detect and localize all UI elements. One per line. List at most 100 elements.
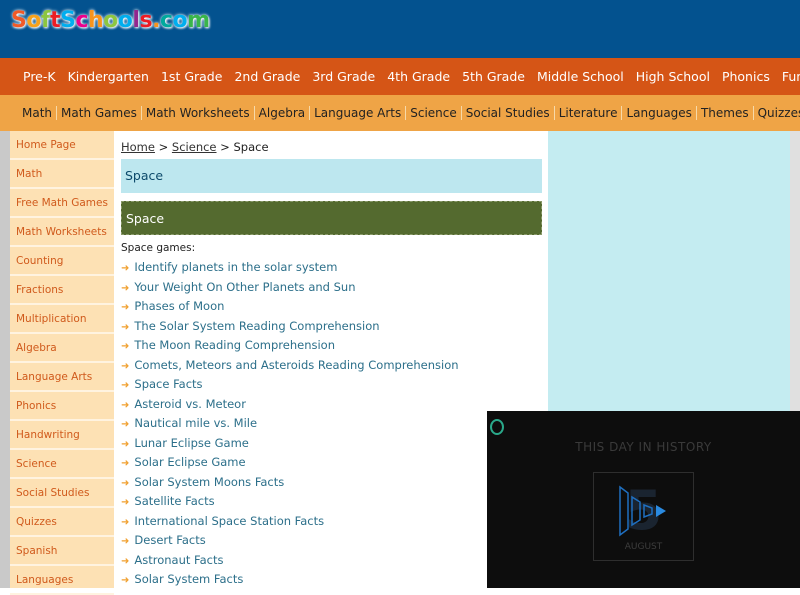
grade-nav-link[interactable]: 4th Grade — [387, 69, 450, 84]
sidebar-item[interactable]: Science — [10, 450, 114, 479]
breadcrumb-current: Space — [233, 140, 269, 154]
video-date-box: 5 AUGUST — [593, 472, 694, 561]
sidebar-item[interactable]: Social Studies — [10, 479, 114, 508]
play-icon[interactable] — [616, 483, 676, 539]
logo-letter: c — [75, 8, 88, 33]
page-title: Space — [121, 159, 542, 193]
subject-nav-link[interactable]: Themes — [695, 106, 753, 120]
arrow-icon: ➜ — [121, 575, 130, 586]
game-link[interactable]: Solar Eclipse Game — [134, 455, 245, 469]
game-link[interactable]: International Space Station Facts — [134, 514, 324, 528]
game-link[interactable]: Space Facts — [134, 377, 202, 391]
breadcrumb-sep: > — [154, 140, 172, 154]
game-link[interactable]: Satellite Facts — [134, 494, 214, 508]
game-link[interactable]: Your Weight On Other Planets and Sun — [134, 280, 355, 294]
logo-letter: . — [152, 8, 160, 33]
subject-nav-link[interactable]: Literature — [553, 106, 622, 120]
logo-letter: o — [26, 8, 41, 33]
section-heading: Space — [121, 201, 542, 235]
list-item: ➜ Lunar Eclipse Game — [121, 434, 459, 454]
sidebar-item[interactable]: Phonics — [10, 392, 114, 421]
sidebar-item[interactable]: Spanish — [10, 537, 114, 566]
sidebar-item[interactable]: Languages — [10, 566, 114, 595]
games-list: ➜ Identify planets in the solar system ➜ Yo… — [121, 258, 459, 590]
grade-nav-link[interactable]: 5th Grade — [462, 69, 525, 84]
subject-nav-link[interactable]: Algebra — [253, 106, 309, 120]
grade-nav-link[interactable]: 3rd Grade — [312, 69, 375, 84]
site-header: SoftSchools.com — [0, 0, 800, 58]
list-item: ➜ The Moon Reading Comprehension — [121, 336, 459, 356]
player-logo-icon — [490, 419, 504, 435]
sidebar-item[interactable]: Handwriting — [10, 421, 114, 450]
subject-nav-link[interactable]: Social Studies — [460, 106, 554, 120]
game-link[interactable]: The Solar System Reading Comprehension — [134, 319, 379, 333]
sidebar-item[interactable]: Free Math Games — [10, 189, 114, 218]
subject-nav-link[interactable]: Math Games — [56, 106, 141, 120]
sidebar-item[interactable]: Quizzes — [10, 508, 114, 537]
arrow-icon: ➜ — [121, 516, 130, 528]
logo-letter: o — [172, 8, 188, 33]
list-item: ➜ Solar System Moons Facts — [121, 473, 459, 493]
arrow-icon: ➜ — [121, 321, 130, 333]
subject-nav-link[interactable]: Quizzes — [752, 106, 800, 120]
sidebar-item[interactable]: Fractions — [10, 276, 114, 305]
logo-letter: f — [40, 8, 51, 33]
logo-letter: S — [11, 8, 27, 33]
list-item: ➜ Nautical mile vs. Mile — [121, 414, 459, 434]
grade-nav-link[interactable]: Kindergarten — [68, 69, 149, 84]
arrow-icon: ➜ — [121, 399, 130, 411]
game-link[interactable]: Phases of Moon — [134, 299, 224, 313]
list-item: ➜ Satellite Facts — [121, 492, 459, 512]
sidebar-item[interactable]: Algebra — [10, 334, 114, 363]
breadcrumb: Home > Science > Space — [121, 140, 269, 154]
arrow-icon: ➜ — [121, 302, 130, 313]
game-link[interactable]: Desert Facts — [134, 533, 205, 547]
sidebar-item[interactable]: Counting — [10, 247, 114, 276]
grade-nav-link[interactable]: Pre-K — [23, 69, 56, 84]
left-gutter — [0, 131, 10, 588]
subject-nav-link[interactable]: Languages — [621, 106, 695, 120]
grade-nav-link[interactable]: 1st Grade — [161, 69, 222, 84]
game-link[interactable]: Astronaut Facts — [134, 553, 223, 567]
arrow-icon: ➜ — [121, 477, 130, 489]
grade-nav-link[interactable]: 2nd Grade — [234, 69, 300, 84]
logo-letter: o — [103, 8, 118, 33]
arrow-icon: ➜ — [121, 497, 130, 508]
list-item: ➜ Solar System Facts — [121, 570, 459, 590]
site-logo[interactable]: SoftSchools.com — [11, 8, 210, 33]
arrow-icon: ➜ — [121, 360, 130, 372]
game-link[interactable]: Identify planets in the solar system — [134, 260, 337, 274]
game-link[interactable]: Nautical mile vs. Mile — [134, 416, 257, 430]
video-player[interactable]: THIS DAY IN HISTORY 5 AUGUST — [487, 411, 800, 588]
logo-letter: o — [117, 8, 133, 33]
sidebar-item[interactable]: Home Page — [10, 131, 114, 160]
game-link[interactable]: Solar System Moons Facts — [134, 475, 284, 489]
sidebar-item[interactable]: Multiplication — [10, 305, 114, 334]
grade-nav-link[interactable]: Middle School — [537, 69, 624, 84]
game-link[interactable]: Solar System Facts — [134, 572, 243, 586]
sidebar-item[interactable]: Math — [10, 160, 114, 189]
list-item: ➜ Astronaut Facts — [121, 551, 459, 571]
list-item: ➜ Desert Facts — [121, 531, 459, 551]
subject-nav-link[interactable]: Science — [405, 106, 461, 120]
game-link[interactable]: Lunar Eclipse Game — [134, 436, 248, 450]
game-link[interactable]: The Moon Reading Comprehension — [134, 338, 335, 352]
grade-nav-link[interactable]: High School — [636, 69, 710, 84]
logo-letter: s — [139, 8, 153, 33]
breadcrumb-home[interactable]: Home — [121, 140, 155, 154]
subject-nav-link[interactable]: Math — [18, 106, 56, 120]
sidebar-item[interactable]: Language Arts — [10, 363, 114, 392]
games-label: Space games: — [121, 242, 196, 254]
sidebar-item[interactable]: Math Worksheets — [10, 218, 114, 247]
list-item: ➜ Phases of Moon — [121, 297, 459, 317]
subject-nav-link[interactable]: Language Arts — [309, 106, 405, 120]
grade-nav-link[interactable]: Fun Games — [782, 69, 800, 84]
list-item: ➜ Your Weight On Other Planets and Sun — [121, 278, 459, 298]
game-link[interactable]: Asteroid vs. Meteor — [134, 397, 246, 411]
list-item: ➜ Space Facts — [121, 375, 459, 395]
grade-nav-link[interactable]: Phonics — [722, 69, 770, 84]
breadcrumb-science[interactable]: Science — [172, 140, 217, 154]
game-link[interactable]: Comets, Meteors and Asteroids Reading Co… — [134, 358, 458, 372]
list-item: ➜ Asteroid vs. Meteor — [121, 395, 459, 415]
subject-nav-link[interactable]: Math Worksheets — [140, 106, 254, 120]
